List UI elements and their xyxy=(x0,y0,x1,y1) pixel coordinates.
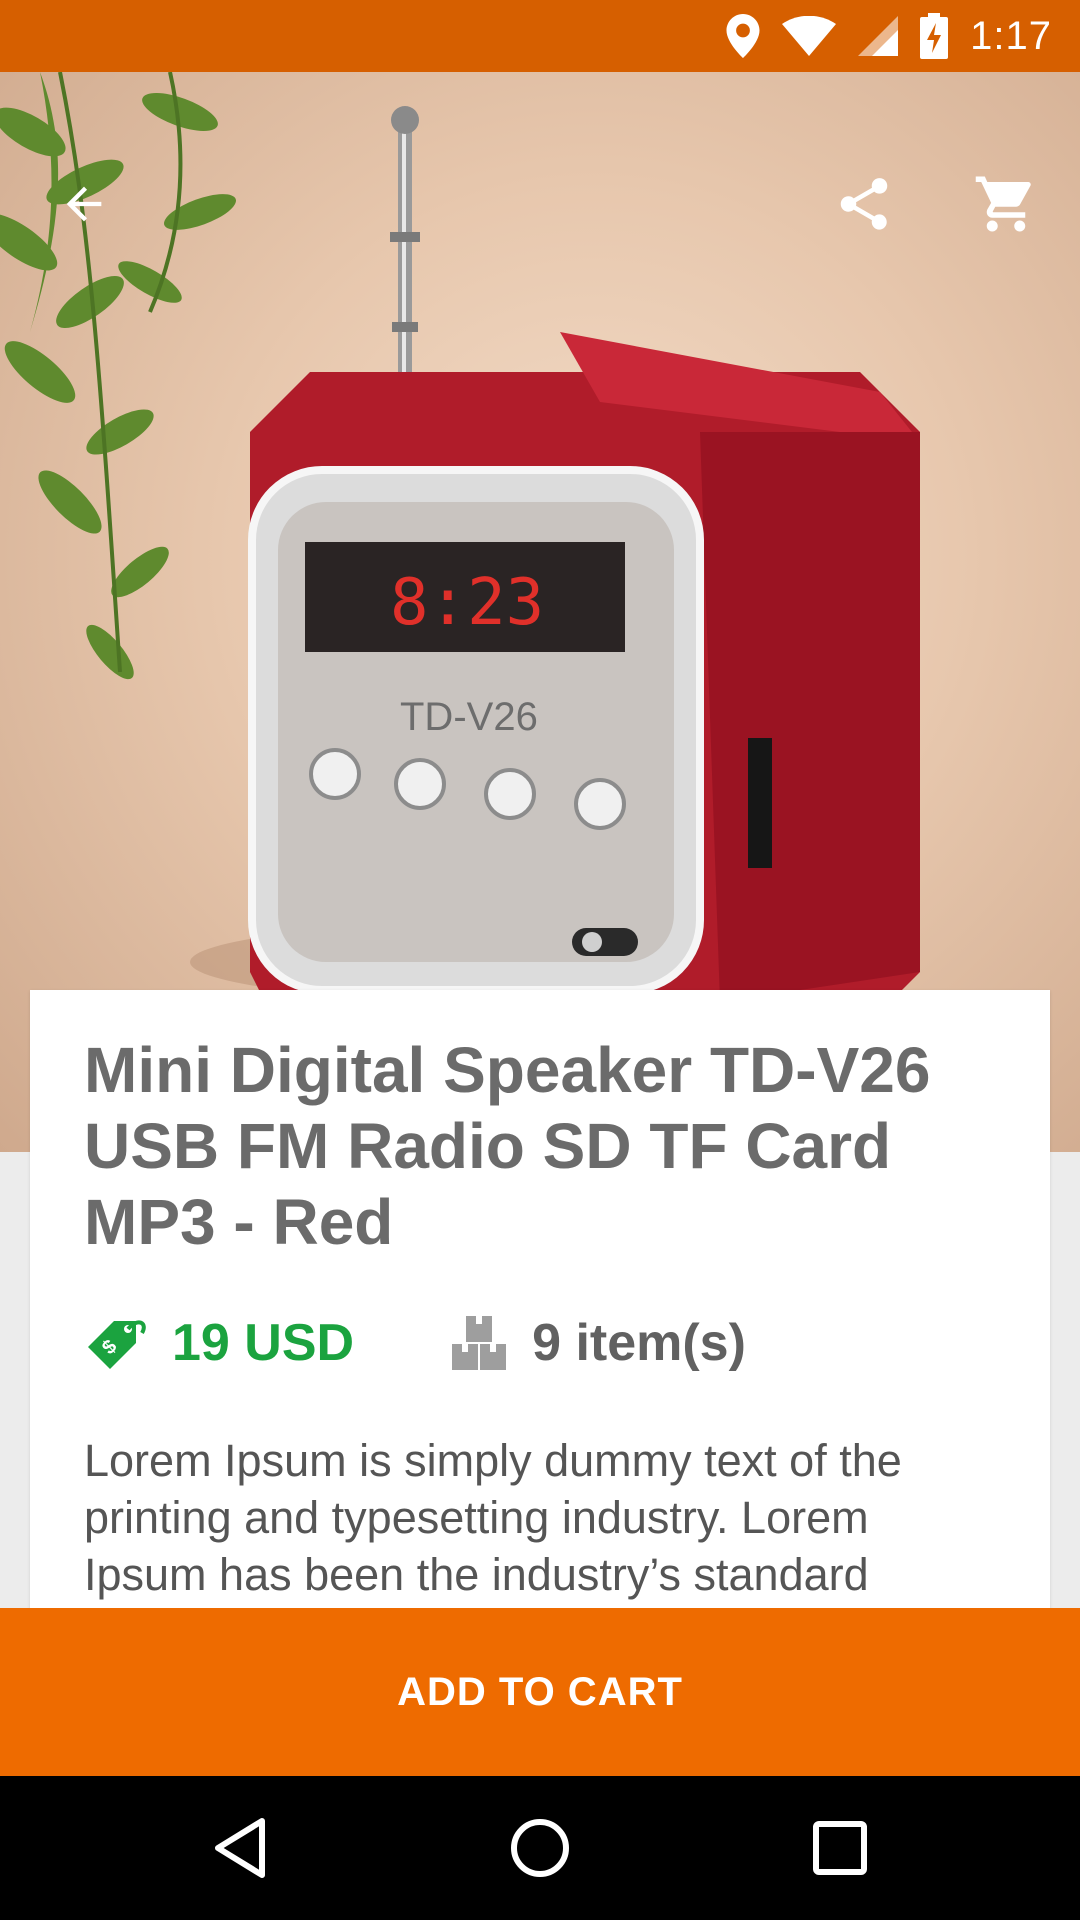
price-tag-icon: $ xyxy=(88,1320,146,1369)
price-stock-row: $ 19 USD 9 item(s) xyxy=(84,1308,996,1378)
system-nav-bar xyxy=(0,1776,1080,1920)
home-nav-icon xyxy=(511,1819,569,1877)
svg-text:8:23: 8:23 xyxy=(390,566,544,640)
cart-button[interactable] xyxy=(958,156,1054,252)
add-to-cart-button[interactable]: ADD TO CART xyxy=(0,1608,1080,1776)
back-button[interactable] xyxy=(36,156,132,252)
status-bar: 1:17 xyxy=(0,0,1080,72)
share-button[interactable] xyxy=(816,156,912,252)
signal-icon xyxy=(858,16,899,56)
battery-charging-icon xyxy=(920,13,949,59)
share-icon xyxy=(840,178,888,230)
shopping-cart-icon xyxy=(975,176,1031,232)
product-price: 19 USD xyxy=(172,1314,355,1372)
stock-info: 9 item(s) xyxy=(450,1313,746,1373)
status-time: 1:17 xyxy=(970,13,1052,58)
product-title: Mini Digital Speaker TD-V26 USB FM Radio… xyxy=(84,1034,931,1258)
stock-count: 9 item(s) xyxy=(532,1314,746,1372)
product-description: Lorem Ipsum is simply dummy text of the … xyxy=(84,1435,902,1600)
nav-recents-button[interactable] xyxy=(760,1776,920,1920)
svg-text:TD-V26: TD-V26 xyxy=(400,695,538,739)
wifi-icon xyxy=(782,16,837,56)
location-icon xyxy=(726,14,760,58)
back-nav-icon xyxy=(215,1818,265,1878)
nav-home-button[interactable] xyxy=(460,1776,620,1920)
product-info-card: Mini Digital Speaker TD-V26 USB FM Radio… xyxy=(30,990,1050,1610)
arrow-back-icon xyxy=(66,186,102,222)
nav-back-button[interactable] xyxy=(160,1776,320,1920)
recents-nav-icon xyxy=(813,1821,867,1875)
boxes-stock-icon xyxy=(452,1316,507,1370)
